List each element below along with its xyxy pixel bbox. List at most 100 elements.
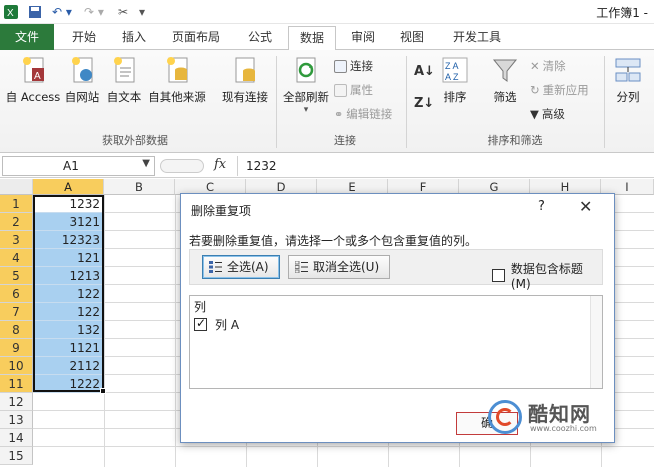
columns-list-header: 列 [194,300,207,314]
column-header-b[interactable]: B [104,179,175,195]
cell-a3[interactable]: 12323 [34,231,104,249]
fill-handle[interactable] [100,388,106,394]
name-box-value: A1 [63,159,79,173]
sort-descending-icon[interactable]: Z↓ [414,96,434,111]
group-label-get-external: 获取外部数据 [102,134,168,147]
cell-a11[interactable]: 1222 [34,375,104,393]
tab-review[interactable]: 审阅 [342,26,384,50]
refresh-all-button[interactable]: 全部刷新 ▾ [280,56,332,115]
from-other-sources-button[interactable]: 自其他来源 [146,56,208,105]
advanced-label: 高级 [541,107,565,121]
text-to-columns-button[interactable]: 分列 [610,56,646,105]
formula-bar-splitter[interactable] [160,159,204,173]
row-header-8[interactable]: 8 [0,321,33,339]
checkbox-box[interactable] [492,269,505,282]
row-header-3[interactable]: 3 [0,231,33,249]
dialog-description: 若要删除重复值，请选择一个或多个包含重复值的列。 [189,234,478,248]
database-icon [167,57,188,83]
row-header-11[interactable]: 11 [0,375,33,393]
tools-icon[interactable]: ✂ [112,3,134,21]
edit-links-label: 编辑链接 [346,107,393,121]
my-data-has-headers-checkbox[interactable]: 数据包含标题(M) [492,260,602,291]
sort-ascending-icon[interactable]: A↓ [414,64,435,79]
name-box[interactable]: A1 ▼ [2,156,155,176]
from-access-label: 自 Access [5,90,61,104]
advanced-filter-icon: ▼ [530,107,539,121]
column-header-a[interactable]: A [33,179,104,195]
unselect-all-button[interactable]: 取消全选(U) [288,255,390,279]
reapply-icon: ↻ [530,83,540,97]
tab-home[interactable]: 开始 [62,26,106,50]
formula-input[interactable]: 1232 [237,156,652,176]
connections-button[interactable]: 连接 [334,58,373,74]
reapply-button[interactable]: ↻ 重新应用 [530,82,589,98]
svg-text:A Z: A Z [445,72,459,82]
group-separator [604,56,605,148]
row-header-10[interactable]: 10 [0,357,33,375]
cell-a4[interactable]: 121 [34,249,104,267]
from-text-button[interactable]: 自文本 [104,56,144,105]
cell-a1[interactable]: 1232 [34,195,104,213]
select-all-corner[interactable] [0,179,33,195]
tab-formulas[interactable]: 公式 [238,26,282,50]
column-a-checkbox[interactable] [194,316,207,331]
tab-insert[interactable]: 插入 [114,26,154,50]
row-header-7[interactable]: 7 [0,303,33,321]
row-header-5[interactable]: 5 [0,267,33,285]
svg-text:A: A [34,71,41,82]
web-icon [72,57,93,83]
cell-a8[interactable]: 132 [34,321,104,339]
list-scrollbar[interactable] [590,296,602,388]
existing-connections-label: 现有连接 [222,90,268,104]
row-header-1[interactable]: 1 [0,195,33,213]
cell-a9[interactable]: 1121 [34,339,104,357]
customize-qat-icon[interactable]: ▾ [136,3,148,21]
cell-a7[interactable]: 122 [34,303,104,321]
row-header-6[interactable]: 6 [0,285,33,303]
from-text-label: 自文本 [106,90,142,104]
row-header-12[interactable]: 12 [0,393,33,411]
row-header-4[interactable]: 4 [0,249,33,267]
row-header-2[interactable]: 2 [0,213,33,231]
access-icon: A [23,57,44,83]
advanced-filter-button[interactable]: ▼ 高级 [530,106,565,122]
tab-data[interactable]: 数据 [288,26,336,51]
select-all-button[interactable]: 全选(A) [202,255,280,279]
close-icon[interactable]: ✕ [579,197,592,216]
clear-filter-button[interactable]: ✕ 清除 [530,58,566,74]
from-access-button[interactable]: A 自 Access [4,56,62,105]
tab-developer[interactable]: 开发工具 [444,26,510,50]
properties-button[interactable]: 属性 [334,82,373,98]
undo-icon[interactable]: ↶ ▾ [48,3,76,21]
cell-a2[interactable]: 3121 [34,213,104,231]
existing-connections-button[interactable]: 现有连接 [218,56,272,105]
from-web-button[interactable]: 自网站 [62,56,102,105]
help-icon[interactable]: ? [538,199,545,214]
my-data-has-headers-label: 数据包含标题(M) [510,262,583,291]
group-separator [406,56,407,148]
ok-button[interactable]: 确 [456,412,518,435]
group-label-connections: 连接 [334,134,356,147]
from-other-sources-label: 自其他来源 [148,90,206,104]
chevron-down-icon[interactable]: ▼ [142,158,150,169]
cell-a5[interactable]: 1213 [34,267,104,285]
redo-icon[interactable]: ↷ ▾ [80,3,108,21]
tab-view[interactable]: 视图 [392,26,432,50]
save-icon[interactable] [26,3,44,21]
row-header-13[interactable]: 13 [0,411,33,429]
ribbon: A 自 Access 自网站 自文本 自其他来源 现有连接 获取外部数据 全部刷… [0,50,654,153]
row-header-14[interactable]: 14 [0,429,33,447]
insert-function-icon[interactable]: fx [214,157,226,172]
from-web-label: 自网站 [64,90,100,104]
sort-button[interactable]: Z AA Z 排序 [440,56,470,105]
edit-links-button[interactable]: ⚭ 编辑链接 [334,106,392,122]
cell-a6[interactable]: 122 [34,285,104,303]
column-list-item[interactable]: 列 A [194,316,239,333]
filter-button[interactable]: 筛选 [488,56,522,105]
filter-label: 筛选 [493,90,517,104]
cell-a10[interactable]: 2112 [34,357,104,375]
row-header-15[interactable]: 15 [0,447,33,465]
row-header-9[interactable]: 9 [0,339,33,357]
tab-page-layout[interactable]: 页面布局 [164,26,228,50]
tab-file[interactable]: 文件 [0,24,54,50]
